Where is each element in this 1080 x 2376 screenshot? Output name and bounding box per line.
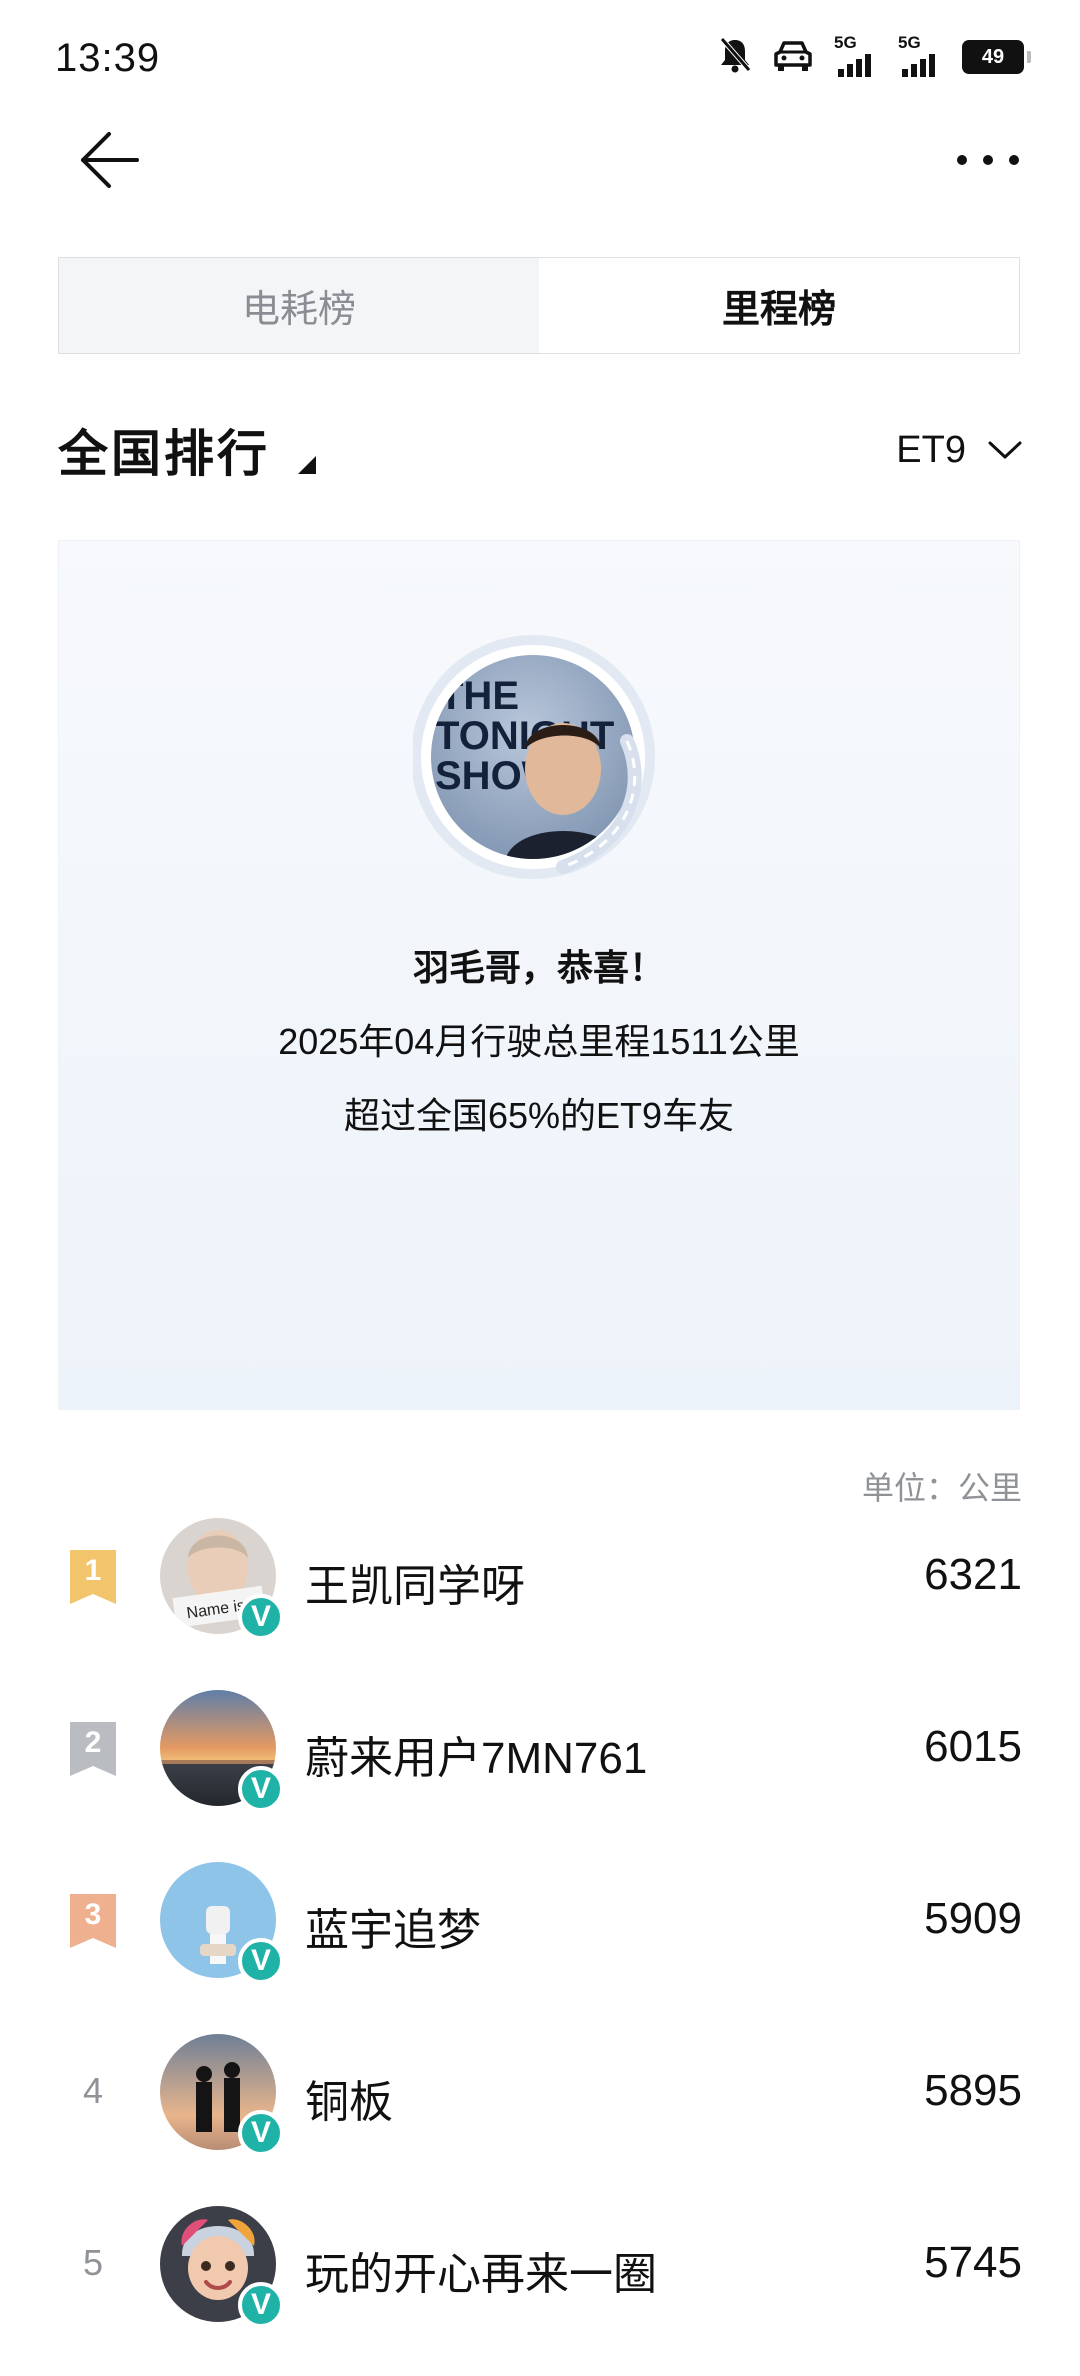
- arrow-left-icon: [81, 132, 139, 188]
- summary-card: THE TONIGHT SHOW 羽毛哥，恭喜！ 2025年04月行驶总里程15…: [58, 540, 1020, 1410]
- rank-number: 5: [82, 2242, 104, 2283]
- verified-badge: V: [238, 1938, 284, 1984]
- status-bar: 13:39 5G 5G 49: [0, 0, 1080, 110]
- caret-icon: [298, 456, 316, 474]
- rank-badge-silver: 2: [70, 1722, 116, 1776]
- user-name: 蓝宇追梦: [305, 1906, 481, 1955]
- leaderboard-row[interactable]: 3 V 蓝宇追梦 5909: [0, 1856, 1080, 1986]
- leaderboard-row[interactable]: 5 V 玩的开心再来一圈 5745: [0, 2200, 1080, 2330]
- more-dots-icon: [957, 155, 1019, 165]
- model-selector[interactable]: ET9: [896, 420, 1022, 480]
- model-label: ET9: [896, 428, 966, 471]
- user-name: 王凯同学呀: [305, 1562, 525, 1611]
- signal-icon-2: 5G: [898, 33, 942, 77]
- car-icon: [772, 38, 814, 77]
- verified-badge: V: [238, 2110, 284, 2156]
- more-button[interactable]: [948, 130, 1028, 190]
- ranking-scope-selector[interactable]: 全国排行: [58, 415, 316, 485]
- avatar[interactable]: Name is V: [160, 1518, 284, 1640]
- congrats-text: 羽毛哥，恭喜！: [412, 947, 665, 988]
- battery-icon: 49: [962, 40, 1031, 74]
- rank-badge-gold: 1: [70, 1550, 116, 1604]
- percentile-summary: 超过全国65%的ET9车友: [343, 1095, 735, 1136]
- mileage-value: 6321: [924, 1550, 1022, 1599]
- back-button[interactable]: [75, 125, 145, 195]
- user-name: 蔚来用户7MN761: [305, 1734, 648, 1783]
- ranking-scope-label: 全国排行: [58, 426, 270, 482]
- mileage-value: 5895: [924, 2066, 1022, 2115]
- rank-badge-bronze: 3: [70, 1894, 116, 1948]
- mileage-value: 5745: [924, 2238, 1022, 2287]
- mileage-summary: 2025年04月行驶总里程1511公里: [278, 1021, 800, 1062]
- status-icons: 5G 5G 49: [718, 33, 1031, 80]
- verified-badge: V: [238, 2282, 284, 2328]
- rank-number: 4: [82, 2070, 104, 2111]
- chevron-down-icon: [988, 441, 1022, 459]
- verified-badge: V: [238, 1766, 284, 1812]
- avatar[interactable]: V: [160, 2206, 284, 2328]
- leaderboard-row[interactable]: 4 V 铜板 5895: [0, 2028, 1080, 2158]
- leaderboard-row[interactable]: 2 V 蔚来用户7MN761 6015: [0, 1684, 1080, 1814]
- board-tabs: 电耗榜 里程榜: [58, 257, 1020, 354]
- tab-mileage[interactable]: 里程榜: [539, 258, 1019, 353]
- user-name: 玩的开心再来一圈: [305, 2250, 657, 2299]
- user-name: 铜板: [305, 2078, 393, 2127]
- leaderboard-row[interactable]: 1 Name is V 王凯同学呀 6321: [0, 1512, 1080, 1642]
- verified-badge: V: [238, 1594, 284, 1640]
- signal-icon: 5G: [834, 33, 878, 77]
- tab-energy-consumption[interactable]: 电耗榜: [59, 258, 539, 353]
- mileage-value: 5909: [924, 1894, 1022, 1943]
- user-avatar[interactable]: THE TONIGHT SHOW: [411, 631, 665, 883]
- avatar[interactable]: V: [160, 1690, 284, 1812]
- status-time: 13:39: [55, 36, 161, 80]
- mileage-value: 6015: [924, 1722, 1022, 1771]
- unit-label: 单位：公里: [861, 1470, 1022, 1506]
- avatar[interactable]: V: [160, 2034, 284, 2156]
- avatar[interactable]: V: [160, 1862, 284, 1984]
- bell-muted-icon: [718, 36, 752, 79]
